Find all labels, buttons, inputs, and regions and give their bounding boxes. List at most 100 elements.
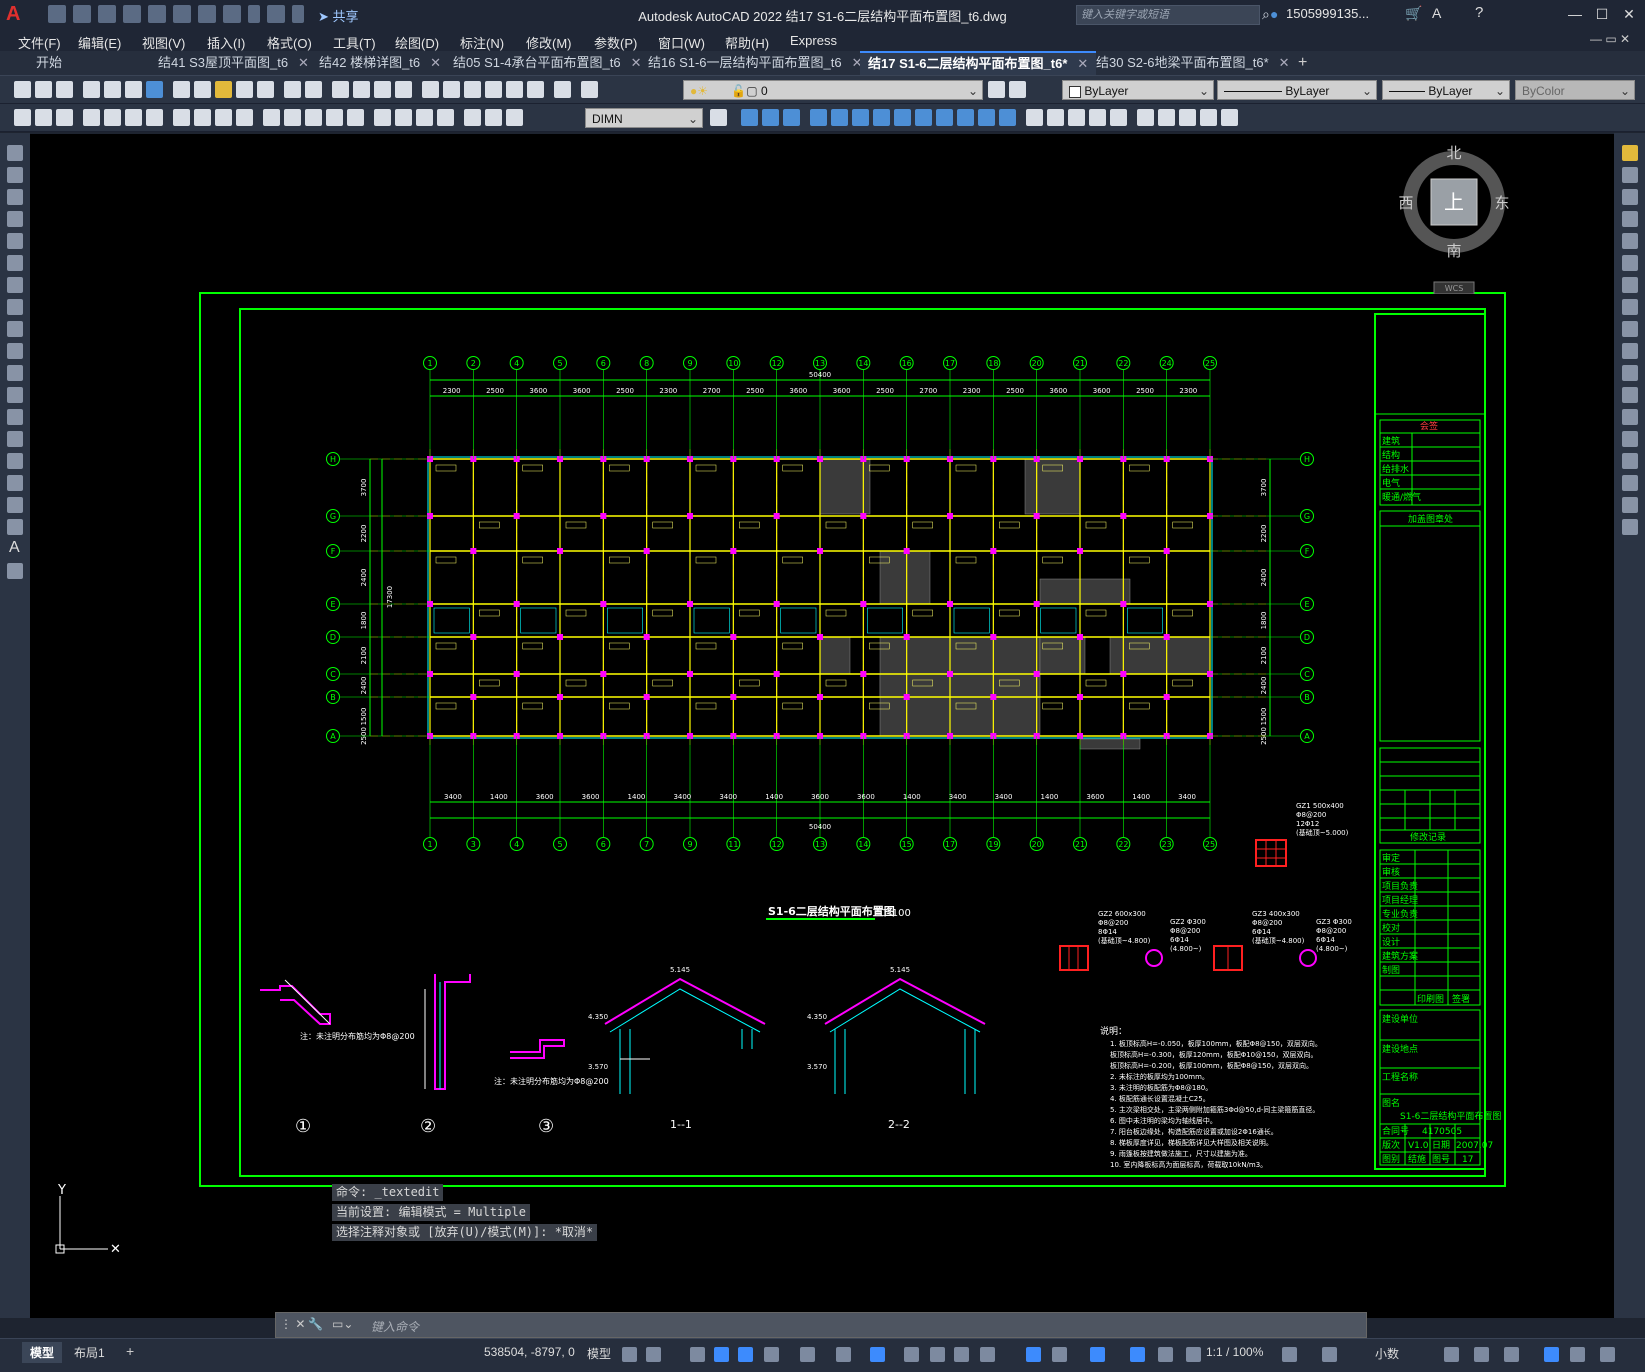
save-icon[interactable] [56,81,73,98]
revcloud-icon[interactable] [7,299,23,315]
redo-icon[interactable] [305,81,322,98]
cut-icon[interactable] [173,81,190,98]
ortho-icon[interactable] [738,1347,753,1362]
region-icon[interactable] [7,497,23,513]
insert-block-icon[interactable] [7,387,23,403]
stretch-icon[interactable] [1622,321,1638,337]
3d-sweep-icon[interactable] [978,109,995,126]
3d-scale-icon[interactable] [915,109,932,126]
command-input[interactable]: ⋮ ✕ 🔧 ▭⌄ 键入命令 [275,1312,1367,1338]
layer-previous-icon[interactable] [1009,81,1026,98]
dim-aligned-icon[interactable] [104,109,121,126]
tab-file[interactable]: 结16 S1-6一层结构平面布置图_t6 ✕ [640,51,871,75]
multiline-text-icon[interactable]: A [9,539,20,557]
text-front-icon[interactable] [35,109,52,126]
tab-close-icon[interactable]: ✕ [1077,56,1088,71]
offset-icon[interactable] [1622,211,1638,227]
recent-commands-icon[interactable]: ▭⌄ [332,1317,353,1331]
tab-file[interactable]: 结30 S2-6地梁平面布置图_t6* ✕ [1088,51,1298,75]
quick-dim-icon[interactable] [263,109,280,126]
menu-express[interactable]: Express [790,33,837,48]
3d-cone-icon[interactable] [783,109,800,126]
blend-curves-icon[interactable] [1622,497,1638,513]
close-icon[interactable]: ✕ [1619,4,1639,24]
erase-icon[interactable] [1622,145,1638,161]
join-icon[interactable] [1622,431,1638,447]
drawing-canvas[interactable]: 会签 建筑 结构 给排水 电气 暖通/燃气 加盖图章处 修改记录 审定 审核 项… [30,134,1614,1318]
3d-dwf-icon[interactable] [146,81,163,98]
lineweight-icon[interactable] [904,1347,919,1362]
subtract-icon[interactable] [1047,109,1064,126]
undo-icon[interactable] [284,81,301,98]
minimize-icon[interactable]: — [1565,4,1585,24]
dimstyle-icon[interactable] [710,109,727,126]
gizmo-icon[interactable] [1090,1347,1105,1362]
dim-baseline-icon[interactable] [284,109,301,126]
arc-icon[interactable] [7,255,23,271]
slice-icon[interactable] [1089,109,1106,126]
object-snap-icon[interactable] [870,1347,885,1362]
chamfer-icon[interactable] [1622,453,1638,469]
dim-edit-icon[interactable] [464,109,481,126]
spline-icon[interactable] [7,321,23,337]
block-editor-icon[interactable] [257,81,274,98]
3d-revolve-icon[interactable] [957,109,974,126]
tab-active-file[interactable]: 结17 S1-6二层结构平面布置图_t6* ✕ [860,51,1097,75]
explode-icon[interactable] [1622,519,1638,535]
tab-close-icon[interactable]: ✕ [430,55,441,70]
tab-close-icon[interactable]: ✕ [298,55,309,70]
tab-file[interactable]: 结05 S1-4承台平面布置图_t6 ✕ [445,51,650,75]
menu-view[interactable]: 视图(V) [142,33,185,52]
point-icon[interactable] [7,431,23,447]
copy-object-icon[interactable] [1622,167,1638,183]
annotation-monitor-icon[interactable] [1322,1347,1337,1362]
add-selected-icon[interactable] [7,563,23,579]
hatch-back-icon[interactable] [56,109,73,126]
match-prop-icon[interactable] [236,81,253,98]
snap-icon[interactable] [646,1347,661,1362]
open-icon[interactable] [35,81,52,98]
pan-icon[interactable] [332,81,349,98]
solid-edit-icon[interactable] [1137,109,1154,126]
3d-osnap-icon[interactable] [980,1347,995,1362]
help-icon[interactable] [554,81,571,98]
menu-file[interactable]: 文件(F) [18,33,61,52]
tab-close-icon[interactable]: ✕ [1279,55,1290,70]
color-dropdown[interactable]: ByLayer ⌄ [1062,80,1214,100]
publish-icon[interactable] [125,81,142,98]
face-extrude-icon[interactable] [1158,109,1175,126]
object-snap-tracking-icon[interactable] [836,1347,851,1362]
dim-angular-icon[interactable] [236,109,253,126]
compass-north[interactable]: 北 [1446,144,1461,162]
learn-icon[interactable]: A [1432,5,1441,21]
make-current-icon[interactable] [988,81,1005,98]
menu-parametric[interactable]: 参数(P) [594,33,637,52]
markup-icon[interactable] [506,81,523,98]
dynamic-ucs-icon[interactable] [1026,1347,1041,1362]
zoom-previous-icon[interactable] [395,81,412,98]
isodraft-icon[interactable] [800,1347,815,1362]
annotation-visibility-icon[interactable] [1130,1347,1145,1362]
scale-icon[interactable] [1622,299,1638,315]
fillet-icon[interactable] [1622,475,1638,491]
center-mark-icon[interactable] [395,109,412,126]
transparency-icon[interactable] [930,1347,945,1362]
user-account[interactable]: 1505999135... [1286,6,1369,21]
model-space-toggle[interactable]: 模型 [587,1345,611,1362]
units-dropdown[interactable]: 小数 [1375,1345,1399,1362]
hatch-icon[interactable] [7,453,23,469]
dim-diameter-icon[interactable] [215,109,232,126]
3d-mirror-icon[interactable] [873,109,890,126]
break-icon[interactable] [1622,409,1638,425]
dim-text-edit-icon[interactable] [485,109,502,126]
dimstyle-dropdown[interactable]: DIMN ⌄ [585,108,703,128]
add-layout-icon[interactable]: + [126,1343,134,1359]
dim-radius-icon[interactable] [173,109,190,126]
annotation-scale[interactable]: 1:1 / 100% [1206,1345,1263,1359]
intersect-icon[interactable] [1068,109,1085,126]
menu-format[interactable]: 格式(O) [267,33,312,52]
tolerance-icon[interactable] [374,109,391,126]
3d-wedge-icon[interactable] [762,109,779,126]
rectangle-icon[interactable] [7,233,23,249]
tab-file[interactable]: 结42 楼梯详图_t6 ✕ [311,51,449,75]
